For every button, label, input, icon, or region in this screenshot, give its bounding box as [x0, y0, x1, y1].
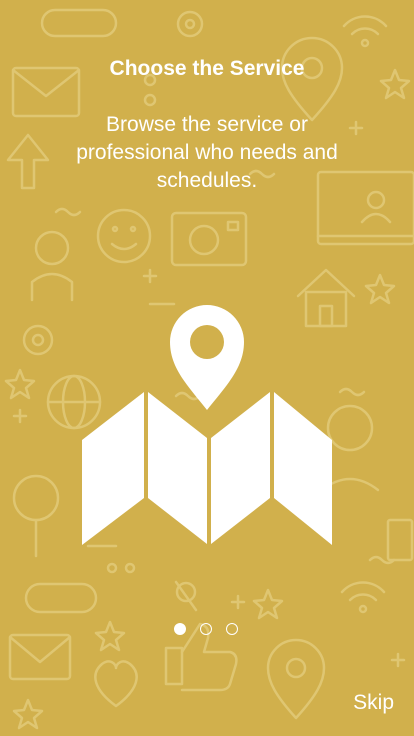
- worker-icon: [30, 230, 74, 302]
- gear-icon: [22, 324, 54, 356]
- heart-icon: [94, 660, 138, 708]
- star-icon: [4, 368, 36, 400]
- location-icon: [266, 638, 326, 720]
- page-indicator: [174, 623, 242, 639]
- page-dot-3[interactable]: [226, 623, 238, 635]
- star-icon: [252, 588, 284, 620]
- smiley-icon: [96, 208, 152, 264]
- envelope-icon: [8, 633, 72, 681]
- star-icon: [364, 273, 396, 305]
- wifi-icon: [340, 581, 386, 614]
- page-title: Choose the Service: [109, 57, 305, 80]
- skip-button[interactable]: Skip: [353, 690, 394, 716]
- page-dot-2[interactable]: [200, 623, 212, 635]
- star-icon: [12, 698, 44, 730]
- page-description: Browse the service or professional who n…: [76, 113, 338, 192]
- page-dot-1[interactable]: [174, 623, 186, 635]
- arrow-up-icon: [6, 133, 50, 190]
- chat-icon: [24, 582, 98, 614]
- onboarding-screen: Choose the Service Browse the service or…: [0, 0, 414, 736]
- map-pin-icon: [82, 305, 332, 545]
- star-icon: [94, 620, 126, 652]
- wifi-icon: [342, 15, 388, 48]
- camera-icon: [170, 211, 248, 267]
- magnifier-icon: [12, 474, 60, 558]
- gear-icon: [176, 10, 204, 38]
